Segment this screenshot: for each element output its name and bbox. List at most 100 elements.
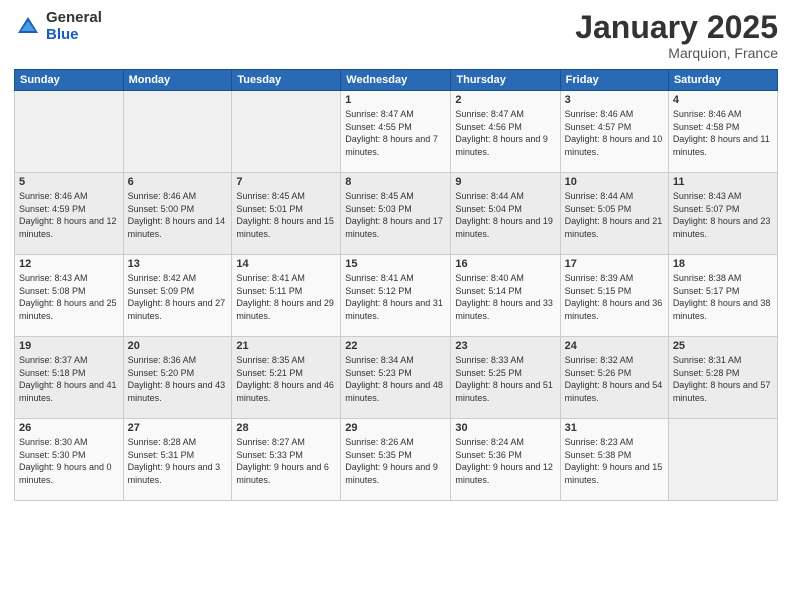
day-number: 10 [565, 176, 664, 188]
day-info: Sunrise: 8:31 AMSunset: 5:28 PMDaylight:… [673, 354, 773, 404]
calendar-cell: 12 Sunrise: 8:43 AMSunset: 5:08 PMDaylig… [15, 255, 124, 337]
calendar-cell: 20 Sunrise: 8:36 AMSunset: 5:20 PMDaylig… [123, 337, 232, 419]
day-number: 14 [236, 258, 336, 270]
calendar-cell: 4 Sunrise: 8:46 AMSunset: 4:58 PMDayligh… [668, 91, 777, 173]
day-number: 8 [345, 176, 446, 188]
calendar-cell: 14 Sunrise: 8:41 AMSunset: 5:11 PMDaylig… [232, 255, 341, 337]
title-block: January 2025 Marquion, France [575, 10, 778, 61]
calendar-week-row: 5 Sunrise: 8:46 AMSunset: 4:59 PMDayligh… [15, 173, 778, 255]
day-number: 31 [565, 422, 664, 434]
day-info: Sunrise: 8:43 AMSunset: 5:07 PMDaylight:… [673, 190, 773, 240]
day-info: Sunrise: 8:46 AMSunset: 5:00 PMDaylight:… [128, 190, 228, 240]
day-number: 22 [345, 340, 446, 352]
day-number: 15 [345, 258, 446, 270]
calendar-cell: 18 Sunrise: 8:38 AMSunset: 5:17 PMDaylig… [668, 255, 777, 337]
weekday-header: Wednesday [341, 70, 451, 91]
day-number: 27 [128, 422, 228, 434]
calendar-cell: 29 Sunrise: 8:26 AMSunset: 5:35 PMDaylig… [341, 419, 451, 501]
day-info: Sunrise: 8:30 AMSunset: 5:30 PMDaylight:… [19, 436, 119, 486]
calendar-cell [668, 419, 777, 501]
weekday-header-row: SundayMondayTuesdayWednesdayThursdayFrid… [15, 70, 778, 91]
weekday-header: Thursday [451, 70, 560, 91]
calendar-cell: 6 Sunrise: 8:46 AMSunset: 5:00 PMDayligh… [123, 173, 232, 255]
calendar-cell: 25 Sunrise: 8:31 AMSunset: 5:28 PMDaylig… [668, 337, 777, 419]
day-info: Sunrise: 8:45 AMSunset: 5:03 PMDaylight:… [345, 190, 446, 240]
location-title: Marquion, France [575, 45, 778, 61]
day-number: 3 [565, 94, 664, 106]
day-number: 2 [455, 94, 555, 106]
day-number: 25 [673, 340, 773, 352]
day-info: Sunrise: 8:33 AMSunset: 5:25 PMDaylight:… [455, 354, 555, 404]
day-info: Sunrise: 8:32 AMSunset: 5:26 PMDaylight:… [565, 354, 664, 404]
calendar: SundayMondayTuesdayWednesdayThursdayFrid… [14, 69, 778, 501]
day-number: 5 [19, 176, 119, 188]
day-info: Sunrise: 8:43 AMSunset: 5:08 PMDaylight:… [19, 272, 119, 322]
day-number: 17 [565, 258, 664, 270]
calendar-cell: 17 Sunrise: 8:39 AMSunset: 5:15 PMDaylig… [560, 255, 668, 337]
day-info: Sunrise: 8:34 AMSunset: 5:23 PMDaylight:… [345, 354, 446, 404]
calendar-cell: 7 Sunrise: 8:45 AMSunset: 5:01 PMDayligh… [232, 173, 341, 255]
calendar-cell: 31 Sunrise: 8:23 AMSunset: 5:38 PMDaylig… [560, 419, 668, 501]
day-info: Sunrise: 8:28 AMSunset: 5:31 PMDaylight:… [128, 436, 228, 486]
day-number: 4 [673, 94, 773, 106]
day-info: Sunrise: 8:44 AMSunset: 5:05 PMDaylight:… [565, 190, 664, 240]
day-number: 9 [455, 176, 555, 188]
day-info: Sunrise: 8:38 AMSunset: 5:17 PMDaylight:… [673, 272, 773, 322]
calendar-cell: 30 Sunrise: 8:24 AMSunset: 5:36 PMDaylig… [451, 419, 560, 501]
day-number: 28 [236, 422, 336, 434]
calendar-cell: 21 Sunrise: 8:35 AMSunset: 5:21 PMDaylig… [232, 337, 341, 419]
calendar-cell: 22 Sunrise: 8:34 AMSunset: 5:23 PMDaylig… [341, 337, 451, 419]
day-number: 19 [19, 340, 119, 352]
logo-text: General Blue [46, 10, 102, 43]
calendar-cell: 2 Sunrise: 8:47 AMSunset: 4:56 PMDayligh… [451, 91, 560, 173]
calendar-cell: 24 Sunrise: 8:32 AMSunset: 5:26 PMDaylig… [560, 337, 668, 419]
day-number: 16 [455, 258, 555, 270]
calendar-cell: 8 Sunrise: 8:45 AMSunset: 5:03 PMDayligh… [341, 173, 451, 255]
calendar-week-row: 12 Sunrise: 8:43 AMSunset: 5:08 PMDaylig… [15, 255, 778, 337]
day-info: Sunrise: 8:42 AMSunset: 5:09 PMDaylight:… [128, 272, 228, 322]
weekday-header: Sunday [15, 70, 124, 91]
day-info: Sunrise: 8:46 AMSunset: 4:57 PMDaylight:… [565, 108, 664, 158]
calendar-cell: 9 Sunrise: 8:44 AMSunset: 5:04 PMDayligh… [451, 173, 560, 255]
day-number: 29 [345, 422, 446, 434]
day-info: Sunrise: 8:46 AMSunset: 4:59 PMDaylight:… [19, 190, 119, 240]
day-info: Sunrise: 8:23 AMSunset: 5:38 PMDaylight:… [565, 436, 664, 486]
calendar-cell: 28 Sunrise: 8:27 AMSunset: 5:33 PMDaylig… [232, 419, 341, 501]
logo: General Blue [14, 10, 102, 43]
logo-icon [14, 13, 42, 41]
calendar-cell: 15 Sunrise: 8:41 AMSunset: 5:12 PMDaylig… [341, 255, 451, 337]
day-info: Sunrise: 8:47 AMSunset: 4:56 PMDaylight:… [455, 108, 555, 158]
month-title: January 2025 [575, 10, 778, 45]
day-info: Sunrise: 8:35 AMSunset: 5:21 PMDaylight:… [236, 354, 336, 404]
weekday-header: Saturday [668, 70, 777, 91]
calendar-cell: 5 Sunrise: 8:46 AMSunset: 4:59 PMDayligh… [15, 173, 124, 255]
day-info: Sunrise: 8:24 AMSunset: 5:36 PMDaylight:… [455, 436, 555, 486]
day-number: 21 [236, 340, 336, 352]
day-number: 23 [455, 340, 555, 352]
calendar-cell: 13 Sunrise: 8:42 AMSunset: 5:09 PMDaylig… [123, 255, 232, 337]
page: General Blue January 2025 Marquion, Fran… [0, 0, 792, 612]
day-number: 30 [455, 422, 555, 434]
day-number: 13 [128, 258, 228, 270]
day-info: Sunrise: 8:27 AMSunset: 5:33 PMDaylight:… [236, 436, 336, 486]
day-info: Sunrise: 8:41 AMSunset: 5:11 PMDaylight:… [236, 272, 336, 322]
calendar-cell: 10 Sunrise: 8:44 AMSunset: 5:05 PMDaylig… [560, 173, 668, 255]
calendar-cell: 23 Sunrise: 8:33 AMSunset: 5:25 PMDaylig… [451, 337, 560, 419]
calendar-cell: 3 Sunrise: 8:46 AMSunset: 4:57 PMDayligh… [560, 91, 668, 173]
header: General Blue January 2025 Marquion, Fran… [14, 10, 778, 61]
calendar-cell: 1 Sunrise: 8:47 AMSunset: 4:55 PMDayligh… [341, 91, 451, 173]
logo-blue: Blue [46, 27, 102, 44]
day-info: Sunrise: 8:39 AMSunset: 5:15 PMDaylight:… [565, 272, 664, 322]
day-number: 26 [19, 422, 119, 434]
day-info: Sunrise: 8:47 AMSunset: 4:55 PMDaylight:… [345, 108, 446, 158]
calendar-week-row: 26 Sunrise: 8:30 AMSunset: 5:30 PMDaylig… [15, 419, 778, 501]
calendar-cell [123, 91, 232, 173]
weekday-header: Monday [123, 70, 232, 91]
day-number: 11 [673, 176, 773, 188]
day-number: 20 [128, 340, 228, 352]
day-number: 12 [19, 258, 119, 270]
calendar-cell: 11 Sunrise: 8:43 AMSunset: 5:07 PMDaylig… [668, 173, 777, 255]
day-info: Sunrise: 8:41 AMSunset: 5:12 PMDaylight:… [345, 272, 446, 322]
weekday-header: Tuesday [232, 70, 341, 91]
day-number: 1 [345, 94, 446, 106]
